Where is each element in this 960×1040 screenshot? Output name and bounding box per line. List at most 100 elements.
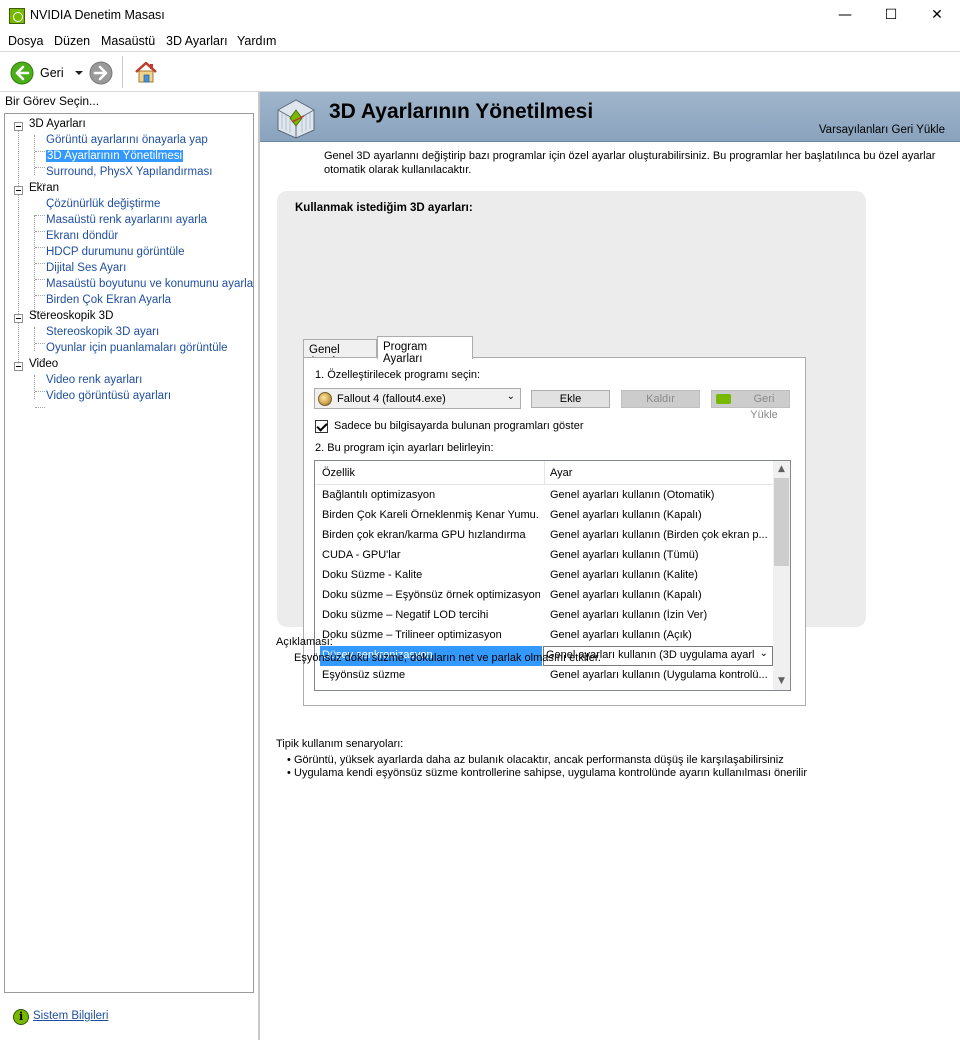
tree-group-stereoscopic[interactable]: Stereoskopik 3D — [29, 310, 113, 322]
restore-defaults-link[interactable]: Varsayılanları Geri Yükle — [819, 124, 945, 136]
forward-arrow-icon[interactable] — [89, 61, 113, 85]
tree-item-change-resolution[interactable]: Çözünürlük değiştirme — [46, 198, 160, 210]
table-header: Özellik Ayar — [315, 461, 773, 485]
tree-item-multiple-displays[interactable]: Birden Çok Ekran Ayarla — [46, 294, 171, 306]
tree-line — [35, 391, 45, 392]
column-header-feature[interactable]: Özellik — [322, 467, 355, 479]
table-scrollbar[interactable]: ▲ ▼ — [773, 461, 790, 690]
tree-group-video[interactable]: Video — [29, 358, 58, 370]
info-icon — [13, 1009, 29, 1025]
close-button[interactable]: ✕ — [914, 0, 960, 31]
show-local-programs-checkbox[interactable] — [315, 420, 328, 433]
setting-cell: Genel ayarları kullanın (Tümü) — [550, 549, 699, 561]
tab-program-settings[interactable]: Program Ayarları — [377, 336, 473, 365]
tree-item-video-image[interactable]: Video görüntüsü ayarları — [46, 390, 171, 402]
collapse-toggle[interactable] — [14, 362, 23, 371]
back-button[interactable]: Geri — [10, 61, 76, 85]
select-program-label: 1. Özelleştirilecek programı seçin: — [315, 369, 481, 381]
feature-cell: Eşyönsüz süzme — [322, 669, 406, 681]
tree-line — [35, 407, 45, 408]
column-divider[interactable] — [544, 461, 545, 485]
minimize-button[interactable]: — — [822, 0, 868, 31]
table-row[interactable]: Doku süzme – Eşyönsüz örnek optimizasyon… — [315, 586, 773, 606]
maximize-button[interactable]: ☐ — [868, 0, 914, 31]
table-row[interactable]: Doku süzme – Trilineer optimizasyon Gene… — [315, 626, 773, 646]
program-icon — [318, 392, 332, 406]
table-row[interactable]: CUDA - GPU'lar Genel ayarları kullanın (… — [315, 546, 773, 566]
tree-item-manage-3d-settings[interactable]: 3D Ayarlarının Yönetilmesi — [46, 150, 184, 162]
show-local-programs-label[interactable]: Sadece bu bilgisayarda bulunan programla… — [334, 420, 584, 432]
program-select[interactable]: Fallout 4 (fallout4.exe) ⌄ — [314, 388, 521, 409]
scroll-thumb[interactable] — [774, 478, 789, 566]
setting-cell: Genel ayarları kullanın (Otomatik) — [550, 489, 715, 501]
task-tree[interactable]: 3D Ayarları Görüntü ayarlarını önayarla … — [4, 113, 254, 993]
collapse-toggle[interactable] — [14, 122, 23, 131]
menu-dosya[interactable]: Dosya — [8, 34, 43, 48]
tab-label: Program Ayarları — [383, 341, 428, 365]
tree-line — [18, 126, 19, 366]
table-row[interactable]: Bağlantılı optimizasyon Genel ayarları k… — [315, 486, 773, 506]
nvidia-eye-icon — [716, 394, 731, 404]
tree-item-stereo-settings[interactable]: Stereoskopik 3D ayarı — [46, 326, 159, 338]
system-info-label[interactable]: Sistem Bilgileri — [33, 1010, 108, 1022]
usage-item: Uygulama kendi eşyönsüz süzme kontroller… — [287, 767, 807, 779]
page-title: 3D Ayarlarının Yönetilmesi — [329, 100, 594, 123]
usage-label: Tipik kullanım senaryoları: — [276, 738, 404, 750]
add-program-button[interactable]: Ekle — [531, 390, 610, 408]
setting-cell: Genel ayarları kullanın (Kapalı) — [550, 589, 702, 601]
tree-group-display[interactable]: Ekran — [29, 182, 59, 194]
tree-item-desktop-color[interactable]: Masaüstü renk ayarlarını ayarla — [46, 214, 207, 226]
column-header-setting[interactable]: Ayar — [550, 467, 572, 479]
collapse-toggle[interactable] — [14, 314, 23, 323]
menu-3d-ayarlari[interactable]: 3D Ayarları — [166, 34, 228, 48]
collapse-toggle[interactable] — [14, 186, 23, 195]
tree-item-image-presets[interactable]: Görüntü ayarlarını önayarla yap — [46, 134, 208, 146]
menu-yardim[interactable]: Yardım — [237, 34, 276, 48]
title-bar: NVIDIA Denetim Masası — ☐ ✕ — [0, 0, 960, 31]
usage-item: Görüntü, yüksek ayarlarda daha az bulanı… — [287, 754, 784, 766]
tree-item-rotate-display[interactable]: Ekranı döndür — [46, 230, 118, 242]
tree-item-desktop-size[interactable]: Masaüstü boyutunu ve konumunu ayarla — [46, 278, 253, 290]
table-row[interactable]: Doku Süzme - Kalite Genel ayarları kulla… — [315, 566, 773, 586]
scroll-up-arrow-icon[interactable]: ▲ — [773, 461, 790, 478]
menu-bar: Dosya Düzen Masaüstü 3D Ayarları Yardım — [0, 31, 960, 51]
setting-cell: Genel ayarları kullanın (Uygulama kontro… — [550, 669, 768, 681]
restore-program-button[interactable]: Geri Yükle — [711, 390, 790, 421]
remove-program-button[interactable]: Kaldır — [621, 390, 700, 408]
table-row[interactable]: Birden çok ekran/karma GPU hızlandırma G… — [315, 526, 773, 546]
sidebar-header: Bir Görev Seçin... — [5, 94, 100, 108]
home-icon[interactable] — [133, 59, 159, 85]
tree-line — [35, 231, 45, 232]
window-title: NVIDIA Denetim Masası — [30, 8, 165, 22]
toolbar-separator — [122, 56, 123, 88]
tree-line — [34, 327, 35, 351]
dropdown-arrow-icon[interactable] — [72, 61, 86, 85]
setting-cell: Genel ayarları kullanın (Kapalı) — [550, 509, 702, 521]
feature-cell: Doku süzme – Eşyönsüz örnek optimizasyon… — [322, 589, 540, 601]
restore-button-label: Geri Yükle — [750, 393, 778, 421]
tree-line — [35, 247, 45, 248]
menu-duzen[interactable]: Düzen — [54, 34, 90, 48]
tree-group-3d-settings[interactable]: 3D Ayarları — [29, 118, 86, 130]
feature-cell: Birden çok ekran/karma GPU hızlandırma — [322, 529, 526, 541]
tree-item-digital-audio[interactable]: Dijital Ses Ayarı — [46, 262, 126, 274]
feature-cell: Doku süzme – Trilineer optimizasyon — [322, 629, 502, 641]
table-row[interactable]: Birden Çok Kareli Örneklenmiş Kenar Yumu… — [315, 506, 773, 526]
feature-cell: Doku Süzme - Kalite — [322, 569, 423, 581]
chevron-down-icon: ⌄ — [759, 648, 768, 659]
main-content: 3D Ayarlarının Yönetilmesi Varsayılanlar… — [260, 92, 960, 1040]
table-row[interactable]: Eşyönsüz süzme Genel ayarları kullanın (… — [315, 666, 773, 686]
task-sidebar: Bir Görev Seçin... 3D Ayarları Görüntü a… — [0, 92, 258, 1040]
back-arrow-icon — [10, 61, 34, 85]
scroll-down-arrow-icon[interactable]: ▼ — [773, 673, 790, 690]
tree-item-surround-physx[interactable]: Surround, PhysX Yapılandırması — [46, 166, 212, 178]
table-row[interactable]: Doku süzme – Negatif LOD tercihi Genel a… — [315, 606, 773, 626]
tree-line — [34, 135, 35, 175]
nvidia-app-icon — [9, 8, 25, 24]
tree-item-hdcp-status[interactable]: HDCP durumunu görüntüle — [46, 246, 185, 258]
tree-item-game-ratings[interactable]: Oyunlar için puanlamaları görüntüle — [46, 342, 228, 354]
menu-masaustu[interactable]: Masaüstü — [101, 34, 155, 48]
tree-item-video-color[interactable]: Video renk ayarları — [46, 374, 142, 386]
description-label: Açıklaması: — [276, 636, 333, 648]
tree-line — [35, 295, 45, 296]
